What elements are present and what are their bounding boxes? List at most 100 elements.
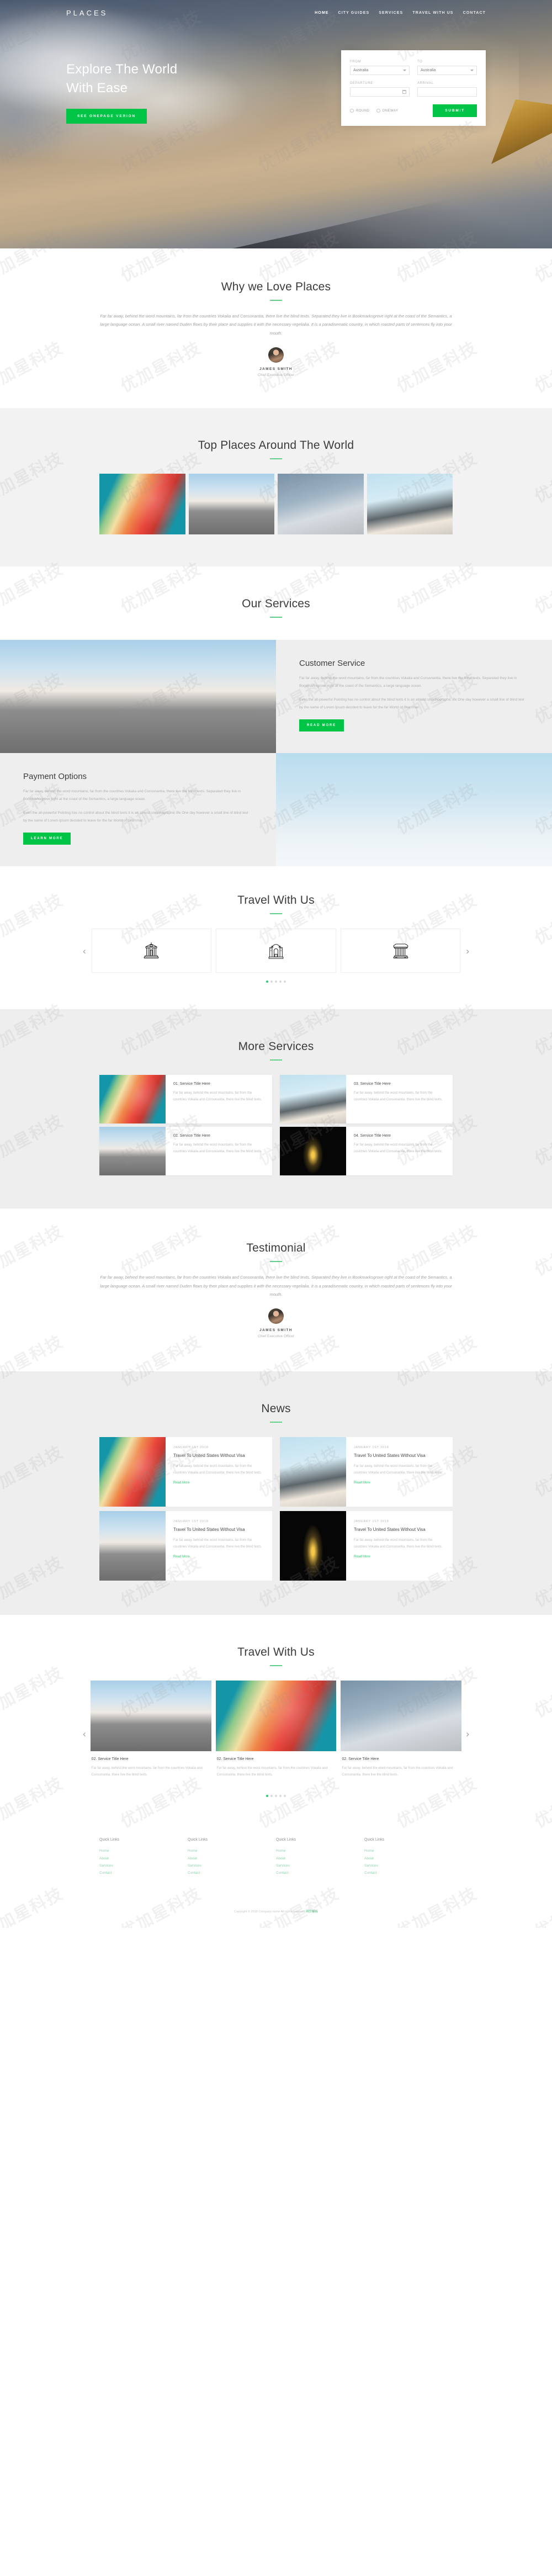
carousel-next-button[interactable]: › — [466, 946, 469, 956]
footer-link-about[interactable]: About — [364, 1855, 453, 1862]
radio-round[interactable]: ROUND — [350, 109, 370, 113]
carousel-dot-2[interactable] — [270, 980, 273, 983]
service-card[interactable]: 01. Service Title Here Far far away, beh… — [99, 1075, 272, 1124]
footer-link-services[interactable]: Services — [364, 1862, 453, 1869]
news-card[interactable]: JANUARY 1ST 2018 Travel To United States… — [99, 1511, 272, 1581]
carousel-dot-3[interactable] — [275, 980, 277, 983]
service-card-image — [280, 1127, 346, 1176]
carousel-dot-1[interactable] — [266, 980, 268, 983]
nav-item-services[interactable]: SERVICES — [379, 11, 403, 15]
carousel-dot-4[interactable] — [279, 1795, 282, 1798]
footer-link-contact[interactable]: Contact — [364, 1869, 453, 1877]
section-title: Testimonial — [246, 1242, 306, 1255]
carousel-dot-3[interactable] — [275, 1795, 277, 1798]
service-card[interactable]: 03. Service Title Here Far far away, beh… — [280, 1075, 453, 1124]
service-read-more-button[interactable]: READ MORE — [299, 719, 344, 732]
hero-copy: Explore The World With Ease SEE ONEPAGE … — [66, 50, 177, 126]
footer-link-list: Home About Services Contact — [364, 1847, 453, 1877]
place-card-street[interactable] — [188, 474, 274, 535]
nav-item-city-guides[interactable]: CITY GUIDES — [338, 11, 370, 15]
news-title: Travel To United States Without Visa — [354, 1527, 426, 1533]
footer-link-home[interactable]: Home — [364, 1847, 453, 1854]
landmark-card-parthenon[interactable] — [340, 929, 461, 973]
carousel-dot-2[interactable] — [270, 1795, 273, 1798]
arrival-field-group: ARRIVAL — [417, 82, 477, 97]
nav-item-travel-with-us[interactable]: TRAVEL WITH US — [412, 11, 453, 15]
footer-column-title: Quick Links — [364, 1838, 385, 1842]
more-services-section: More Services 01. Service Title Here Far… — [0, 1009, 552, 1209]
why-body-text: Far far away, behind the word mountains,… — [100, 314, 452, 336]
footer-link-home[interactable]: Home — [276, 1847, 364, 1854]
more-services-grid: 01. Service Title Here Far far away, beh… — [99, 1075, 453, 1176]
search-submit-button[interactable]: SUBMIT — [433, 104, 477, 117]
section-title: More Services — [238, 1040, 314, 1053]
footer-link-about[interactable]: About — [99, 1855, 188, 1862]
news-date: JANUARY 1ST 2018 — [354, 1446, 389, 1450]
hero-cta-button[interactable]: SEE ONEPAGE VERION — [66, 109, 147, 124]
news-card[interactable]: JANUARY 1ST 2018 Travel To United States… — [280, 1437, 453, 1507]
footer-link-contact[interactable]: Contact — [99, 1869, 188, 1877]
arrival-date-input[interactable] — [417, 87, 477, 97]
nav-item-contact[interactable]: CONTACT — [463, 11, 486, 15]
news-card-image — [99, 1511, 166, 1581]
carousel-dot-4[interactable] — [279, 980, 282, 983]
title-underline — [270, 1261, 282, 1263]
arrival-label: ARRIVAL — [417, 82, 434, 85]
news-read-more-link[interactable]: Read More — [173, 1481, 190, 1485]
brand-logo[interactable]: PLACES — [66, 9, 108, 17]
news-read-more-link[interactable]: Read More — [354, 1481, 370, 1485]
carousel-prev-button[interactable]: ‹ — [83, 1729, 86, 1738]
service-card-title: 02. Service Title Here — [173, 1134, 210, 1138]
from-select[interactable]: Australia — [350, 66, 410, 75]
news-read-more-link[interactable]: Read More — [173, 1555, 190, 1559]
hero-title-line-2: With Ease — [66, 81, 128, 96]
nav-item-home[interactable]: HOME — [315, 11, 328, 15]
service-card-body: 03. Service Title Here Far far away, beh… — [346, 1075, 453, 1123]
news-read-more-link[interactable]: Read More — [354, 1555, 370, 1559]
footer-column-title: Quick Links — [188, 1838, 208, 1842]
carousel-dot-5[interactable] — [284, 980, 286, 983]
to-select[interactable]: Australia — [417, 66, 477, 75]
title-underline — [270, 1422, 282, 1423]
travel-card[interactable]: 02. Service Title Here Far far away, beh… — [215, 1681, 337, 1788]
footer-link-home[interactable]: Home — [188, 1847, 276, 1854]
carousel-prev-button[interactable]: ‹ — [83, 946, 86, 956]
carousel-next-button[interactable]: › — [466, 1729, 469, 1738]
service-paragraph-1: Far far away, behind the word mountains,… — [23, 789, 241, 801]
radio-round-label: ROUND — [356, 109, 370, 113]
person-role: Chief Executive Officer — [258, 373, 294, 378]
service-card[interactable]: 02. Service Title Here Far far away, beh… — [99, 1127, 272, 1176]
footer-link-about[interactable]: About — [276, 1855, 364, 1862]
radio-oneway[interactable]: ONEWAY — [376, 109, 399, 113]
service-learn-more-button[interactable]: LEARN MORE — [23, 832, 71, 845]
place-card-castle[interactable] — [367, 474, 453, 535]
landmark-card-museum[interactable] — [91, 929, 212, 973]
departure-date-input[interactable] — [350, 87, 410, 97]
news-card[interactable]: JANUARY 1ST 2018 Travel To United States… — [99, 1437, 272, 1507]
news-grid: JANUARY 1ST 2018 Travel To United States… — [99, 1437, 453, 1581]
travel-card-body: 02. Service Title Here Far far away, beh… — [216, 1751, 337, 1787]
place-card-opera-house[interactable] — [278, 474, 364, 535]
news-card-body: JANUARY 1ST 2018 Travel To United States… — [346, 1511, 453, 1581]
top-places-section: Top Places Around The World — [0, 408, 552, 567]
travel-card[interactable]: 02. Service Title Here Far far away, beh… — [341, 1681, 462, 1788]
footer-link-about[interactable]: About — [188, 1855, 276, 1862]
news-card[interactable]: JANUARY 1ST 2018 Travel To United States… — [280, 1511, 453, 1581]
travel-card[interactable]: 02. Service Title Here Far far away, beh… — [90, 1681, 211, 1788]
footer-link-contact[interactable]: Contact — [188, 1869, 276, 1877]
hero-title-line-1: Explore The World — [66, 62, 178, 77]
carousel-dot-1[interactable] — [266, 1795, 268, 1798]
footer-link-services[interactable]: Services — [99, 1862, 188, 1869]
footer-link-contact[interactable]: Contact — [276, 1869, 364, 1877]
copyright-link[interactable]: 网页模板 — [306, 1910, 318, 1914]
carousel-dot-5[interactable] — [284, 1795, 286, 1798]
flight-search-card: FROM Australia TO Australia DEPARTURE AR… — [341, 50, 486, 126]
footer-link-list: Home About Services Contact — [188, 1847, 276, 1877]
service-card[interactable]: 04. Service Title Here Far far away, beh… — [280, 1127, 453, 1176]
footer-link-home[interactable]: Home — [99, 1847, 188, 1854]
footer-link-services[interactable]: Services — [276, 1862, 364, 1869]
landmark-card-cathedral[interactable] — [216, 929, 336, 973]
place-card-balloon[interactable] — [99, 474, 185, 535]
footer-link-services[interactable]: Services — [188, 1862, 276, 1869]
copyright: Copyright © 2018 Company name All rights… — [0, 1909, 552, 1914]
